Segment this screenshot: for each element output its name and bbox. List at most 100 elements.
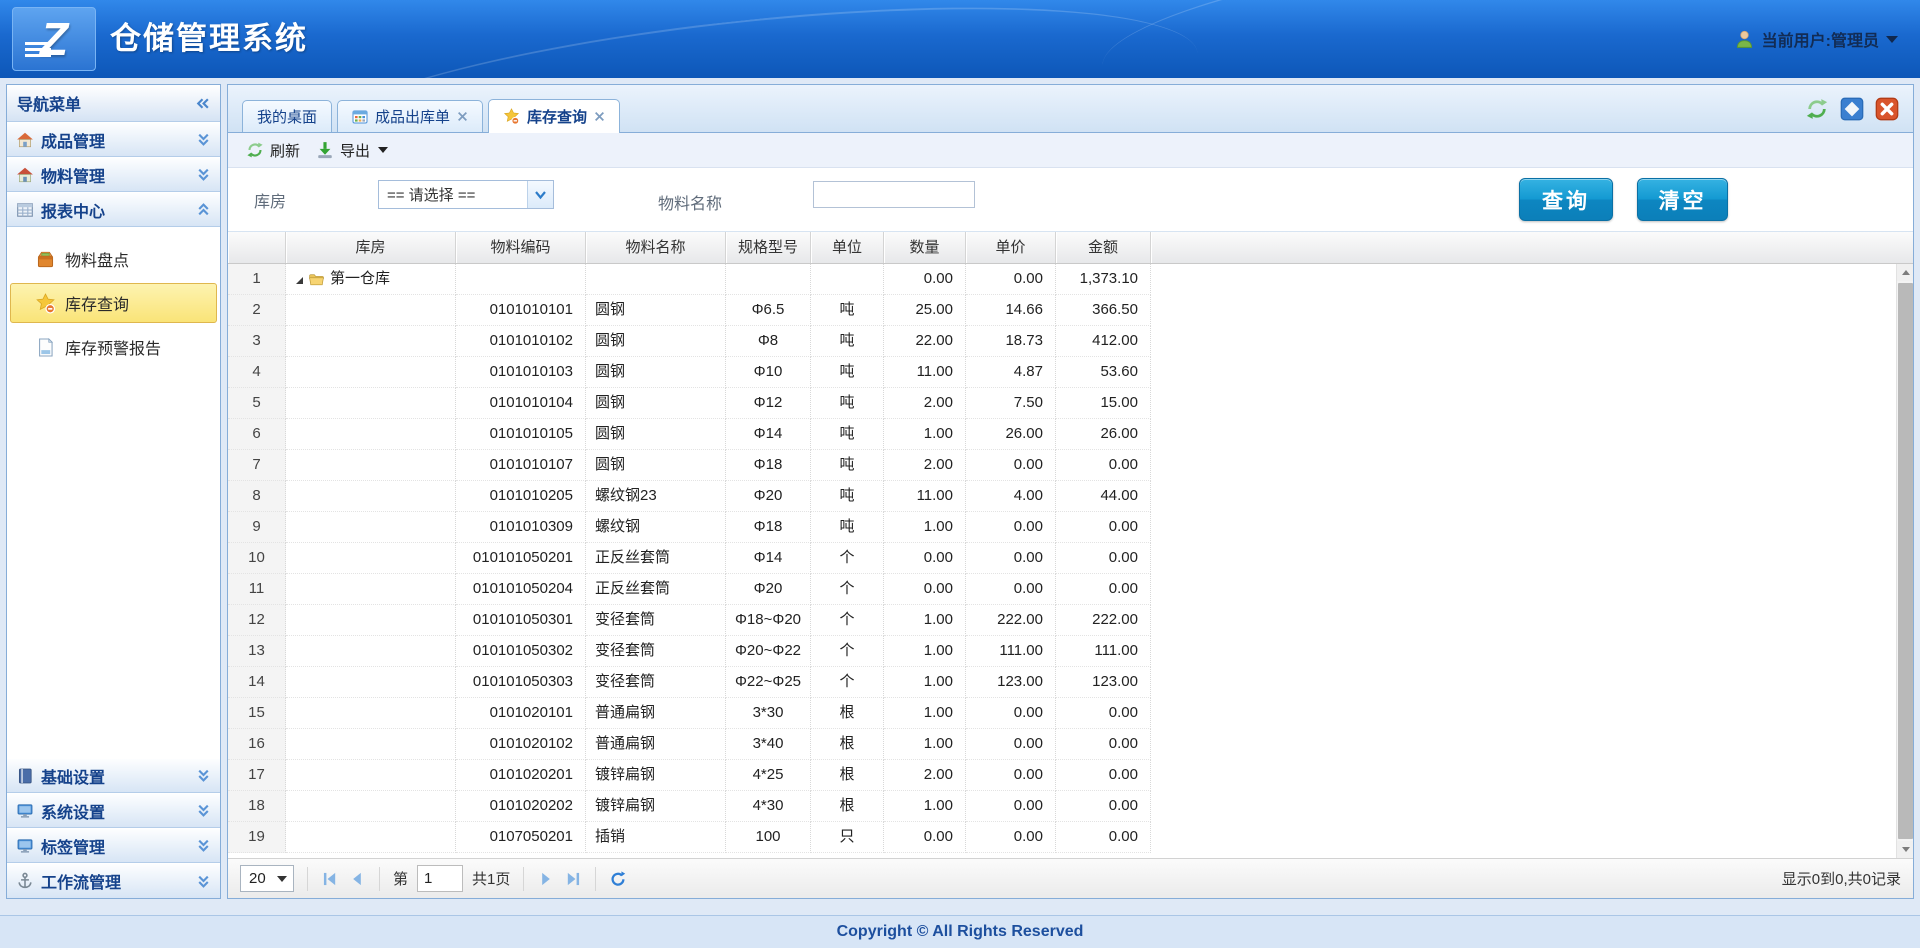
- grid-cell: 个: [811, 636, 884, 667]
- grid-cell: [286, 791, 456, 822]
- table-row[interactable]: 13010101050302变径套筒Φ20~Φ22个1.00111.00111.…: [228, 636, 1896, 667]
- table-row[interactable]: 150101020101普通扁钢3*30根1.000.000.00: [228, 698, 1896, 729]
- table-row[interactable]: 80101010205螺纹钢23Φ20吨11.004.0044.00: [228, 481, 1896, 512]
- table-row[interactable]: 11010101050204正反丝套筒Φ20个0.000.000.00: [228, 574, 1896, 605]
- tab-product-outbound[interactable]: 成品出库单: [337, 100, 483, 132]
- grid-cell: 2.00: [884, 760, 966, 791]
- column-header[interactable]: 物料名称: [586, 232, 726, 263]
- table-row[interactable]: 50101010104圆钢Φ12吨2.007.5015.00: [228, 388, 1896, 419]
- sidebar-section-label-mgmt[interactable]: 标签管理: [7, 828, 220, 863]
- page-size-select[interactable]: 20: [240, 865, 294, 892]
- table-row[interactable]: 170101020201镀锌扁钢4*25根2.000.000.00: [228, 760, 1896, 791]
- column-header[interactable]: 单价: [966, 232, 1056, 263]
- table-row[interactable]: 90101010309螺纹钢Φ18吨1.000.000.00: [228, 512, 1896, 543]
- tab-close-icon[interactable]: [457, 111, 468, 122]
- clear-button[interactable]: 清空: [1637, 178, 1728, 221]
- tree-expand-icon[interactable]: [296, 277, 303, 284]
- grid-cell: 11.00: [884, 481, 966, 512]
- row-filler: [1151, 326, 1896, 357]
- tab-inventory-query[interactable]: 库存查询: [488, 99, 620, 133]
- table-row[interactable]: 40101010103圆钢Φ10吨11.004.8753.60: [228, 357, 1896, 388]
- menu-item-inventory-alert-report[interactable]: 库存预警报告: [10, 327, 217, 367]
- table-row[interactable]: 70101010107圆钢Φ18吨2.000.000.00: [228, 450, 1896, 481]
- table-row[interactable]: 30101010102圆钢Φ8吨22.0018.73412.00: [228, 326, 1896, 357]
- sidebar-section-system-settings[interactable]: 系统设置: [7, 793, 220, 828]
- sidebar-section-workflow-mgmt[interactable]: 工作流管理: [7, 863, 220, 898]
- grid-cell: 0.00: [966, 264, 1056, 295]
- pager-refresh-button[interactable]: [609, 870, 627, 888]
- grid-cell: 0.00: [1056, 574, 1151, 605]
- table-row[interactable]: 160101020102普通扁钢3*40根1.000.000.00: [228, 729, 1896, 760]
- row-number: 2: [228, 295, 286, 326]
- grid-cell: 0101010205: [456, 481, 586, 512]
- fullscreen-icon[interactable]: [1840, 97, 1864, 121]
- section-label: 物料管理: [41, 163, 189, 187]
- grid-cell: 1.00: [884, 791, 966, 822]
- close-tab-icon[interactable]: [1875, 97, 1899, 121]
- scrollbar-thumb[interactable]: [1898, 283, 1913, 839]
- page-number-input[interactable]: [417, 865, 463, 892]
- prev-page-button[interactable]: [348, 870, 366, 888]
- menu-item-inventory-query[interactable]: 库存查询: [10, 283, 217, 323]
- table-row[interactable]: 190107050201插销100只0.000.000.00: [228, 822, 1896, 853]
- pager-separator: [307, 867, 308, 891]
- grid-cell: 个: [811, 543, 884, 574]
- grid-cell: 010101050302: [456, 636, 586, 667]
- app-logo: Z: [12, 7, 96, 71]
- menu-item-material-stocktake[interactable]: 物料盘点: [10, 239, 217, 279]
- column-header[interactable]: 库房: [286, 232, 456, 263]
- export-button[interactable]: 导出: [311, 137, 393, 164]
- query-button[interactable]: 查询: [1519, 178, 1613, 221]
- tab-close-icon[interactable]: [594, 111, 605, 122]
- refresh-button[interactable]: 刷新: [241, 137, 305, 164]
- sidebar-section-report-center[interactable]: 报表中心: [7, 192, 220, 227]
- scrollbar-down-button[interactable]: [1897, 841, 1913, 858]
- material-name-input[interactable]: [813, 181, 975, 208]
- tab-my-desktop[interactable]: 我的桌面: [242, 100, 332, 132]
- sidebar-collapse-icon[interactable]: [195, 96, 210, 111]
- row-filler: [1151, 791, 1896, 822]
- table-row[interactable]: 180101020202镀锌扁钢4*30根1.000.000.00: [228, 791, 1896, 822]
- column-header[interactable]: 金额: [1056, 232, 1151, 263]
- sidebar-section-material-mgmt[interactable]: 物料管理: [7, 157, 220, 192]
- column-header[interactable]: 单位: [811, 232, 884, 263]
- next-page-button[interactable]: [537, 870, 555, 888]
- sidebar-section-product-mgmt[interactable]: 成品管理: [7, 122, 220, 157]
- grid-cell: 吨: [811, 450, 884, 481]
- chevron-double-up-icon: [196, 202, 211, 217]
- grid-cell: 0101010101: [456, 295, 586, 326]
- last-page-button[interactable]: [564, 870, 582, 888]
- table-row[interactable]: 20101010101圆钢Φ6.5吨25.0014.66366.50: [228, 295, 1896, 326]
- anchor-icon: [16, 872, 34, 890]
- grid-cell: 3*40: [726, 729, 811, 760]
- report-center-menu: 物料盘点 库存查询 库存预警报告: [7, 227, 220, 758]
- grid-cell: 吨: [811, 357, 884, 388]
- first-page-button[interactable]: [321, 870, 339, 888]
- scrollbar-up-button[interactable]: [1897, 264, 1913, 281]
- table-row[interactable]: 12010101050301变径套筒Φ18~Φ20个1.00222.00222.…: [228, 605, 1896, 636]
- record-count-status: 显示0到0,共0记录: [1782, 868, 1901, 889]
- grid-cell: 0.00: [884, 574, 966, 605]
- column-header[interactable]: 规格型号: [726, 232, 811, 263]
- row-filler: [1151, 481, 1896, 512]
- row-number: 9: [228, 512, 286, 543]
- app-body: 导航菜单 成品管理 物料管理: [0, 78, 1920, 905]
- row-number: 7: [228, 450, 286, 481]
- combo-trigger[interactable]: [527, 181, 553, 208]
- grid-vertical-scrollbar[interactable]: [1896, 264, 1913, 858]
- table-row[interactable]: 14010101050303变径套筒Φ22~Φ25个1.00123.00123.…: [228, 667, 1896, 698]
- grid-cell: [286, 450, 456, 481]
- user-menu[interactable]: 当前用户:管理员: [1734, 0, 1898, 78]
- table-row[interactable]: 60101010105圆钢Φ14吨1.0026.0026.00: [228, 419, 1896, 450]
- grid-cell: 1.00: [884, 698, 966, 729]
- sidebar-section-basic-settings[interactable]: 基础设置: [7, 758, 220, 793]
- warehouse-select[interactable]: == 请选择 ==: [378, 180, 554, 209]
- grid-cell: 222.00: [966, 605, 1056, 636]
- table-row[interactable]: 1第一仓库0.000.001,373.10: [228, 264, 1896, 295]
- table-row[interactable]: 10010101050201正反丝套筒Φ14个0.000.000.00: [228, 543, 1896, 574]
- column-header[interactable]: 数量: [884, 232, 966, 263]
- grid-cell: 0101020102: [456, 729, 586, 760]
- grid-cell: 0.00: [1056, 791, 1151, 822]
- refresh-tabs-icon[interactable]: [1805, 97, 1829, 121]
- column-header[interactable]: 物料编码: [456, 232, 586, 263]
